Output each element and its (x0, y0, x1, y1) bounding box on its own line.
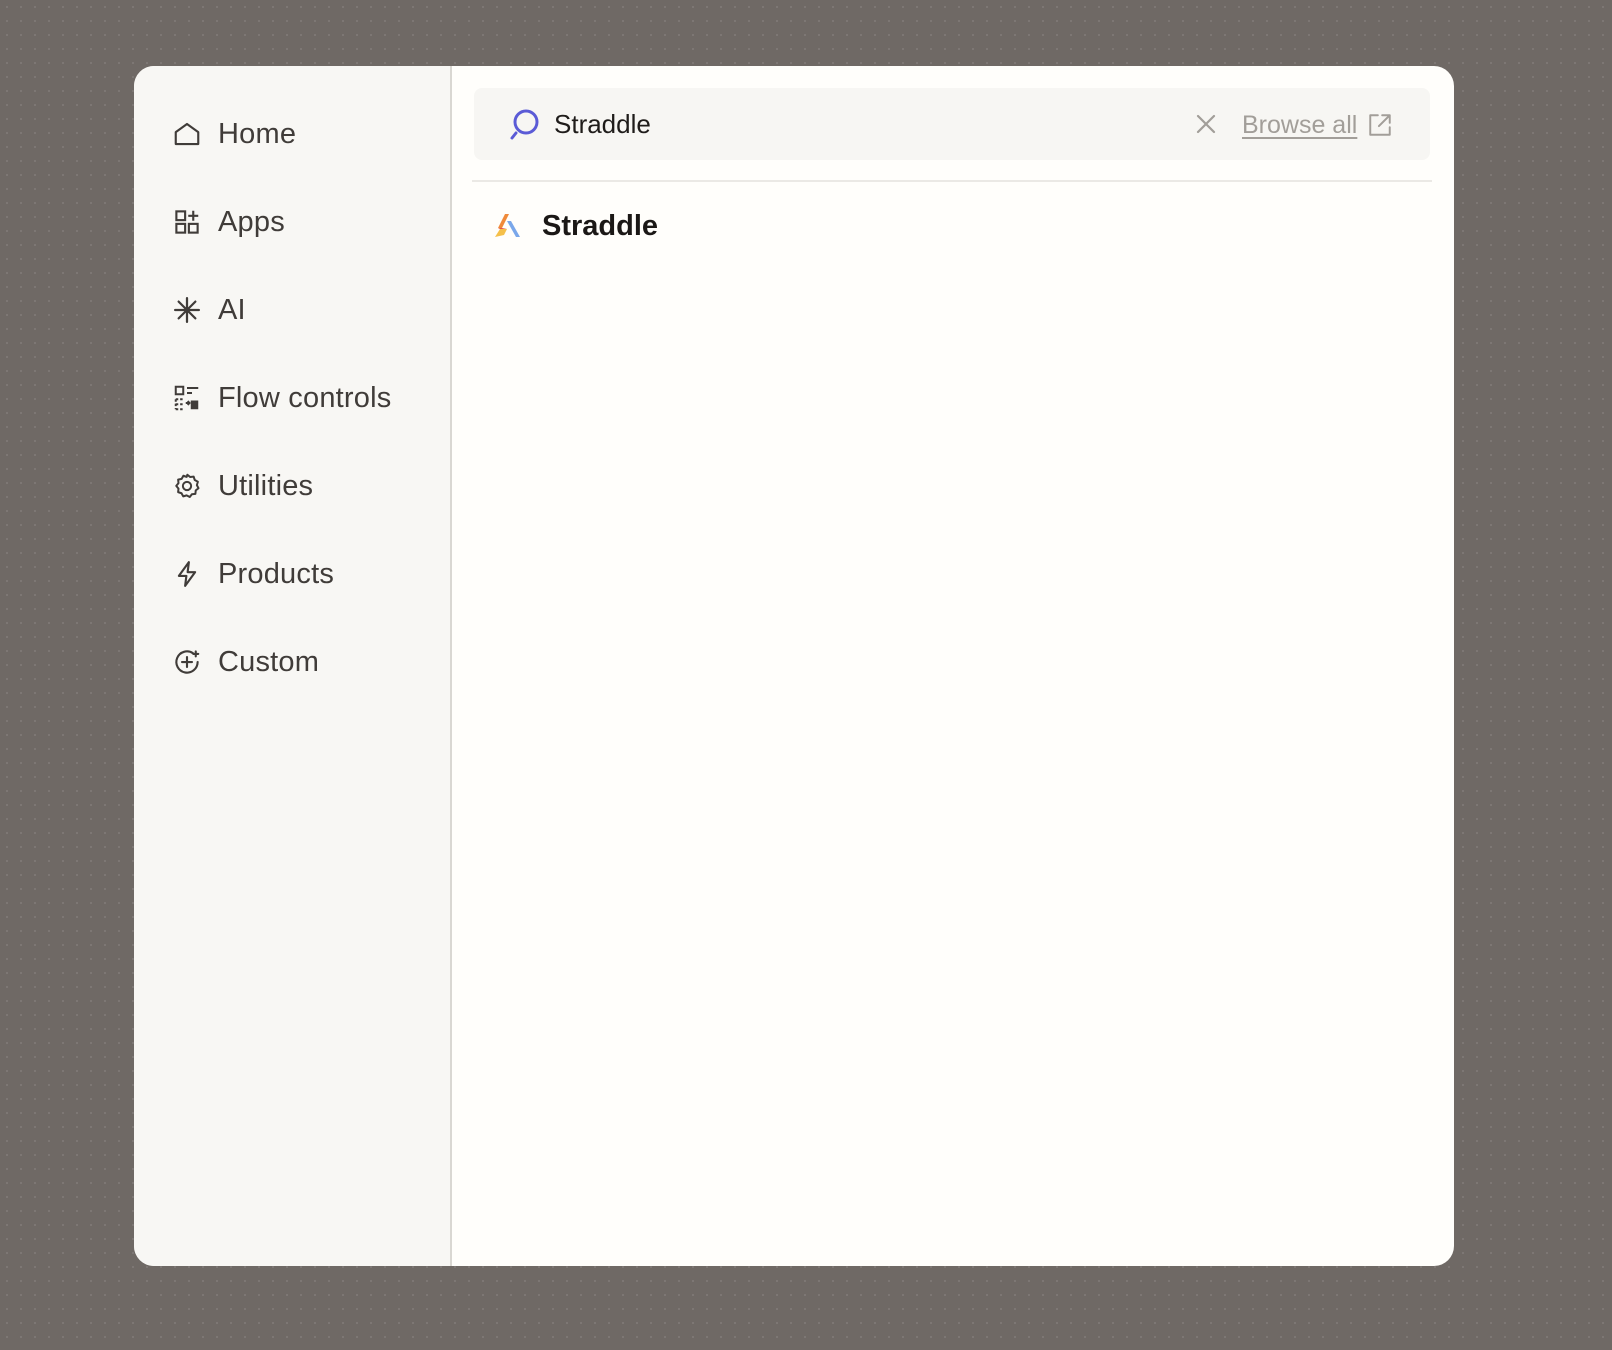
external-link-icon (1369, 114, 1392, 136)
sidebar-item-label: Products (218, 557, 335, 590)
search-bar: Browse all (474, 88, 1430, 160)
main-panel: Browse all Straddle (452, 66, 1454, 1266)
sidebar-item-label: Home (218, 117, 297, 150)
sidebar-item-label: Apps (218, 205, 285, 238)
sidebar-item-flow-controls[interactable]: Flow controls (134, 354, 450, 442)
apps-icon (172, 207, 202, 237)
app-picker-modal: Home Apps AI Flow controls Utilities Pro… (134, 66, 1454, 1266)
result-item-straddle[interactable]: Straddle (492, 198, 658, 254)
sidebar: Home Apps AI Flow controls Utilities Pro… (134, 66, 452, 1266)
straddle-logo (495, 214, 520, 237)
sidebar-item-home[interactable]: Home (134, 90, 450, 178)
sidebar-item-label: Custom (218, 645, 320, 678)
search-icon (510, 109, 539, 140)
custom-plus-icon (172, 647, 202, 677)
search-input[interactable] (554, 102, 1154, 146)
browse-all-label: Browse all (1242, 110, 1358, 139)
sidebar-item-utilities[interactable]: Utilities (134, 442, 450, 530)
browse-all-link[interactable]: Browse all (1242, 108, 1393, 142)
gear-icon (172, 471, 202, 501)
bolt-icon (172, 559, 202, 589)
close-icon (1196, 114, 1216, 134)
sidebar-item-label: AI (218, 293, 246, 326)
sidebar-item-ai[interactable]: AI (134, 266, 450, 354)
sidebar-item-products[interactable]: Products (134, 530, 450, 618)
sidebar-item-apps[interactable]: Apps (134, 178, 450, 266)
flow-controls-icon (172, 383, 202, 413)
ai-sparkle-icon (172, 295, 202, 325)
sidebar-item-custom[interactable]: Custom (134, 618, 450, 706)
divider (472, 180, 1432, 182)
result-label: Straddle (542, 209, 659, 242)
clear-search-button[interactable] (1190, 108, 1222, 140)
sidebar-item-label: Flow controls (218, 381, 392, 414)
sidebar-item-label: Utilities (218, 469, 314, 502)
home-icon (172, 119, 202, 149)
